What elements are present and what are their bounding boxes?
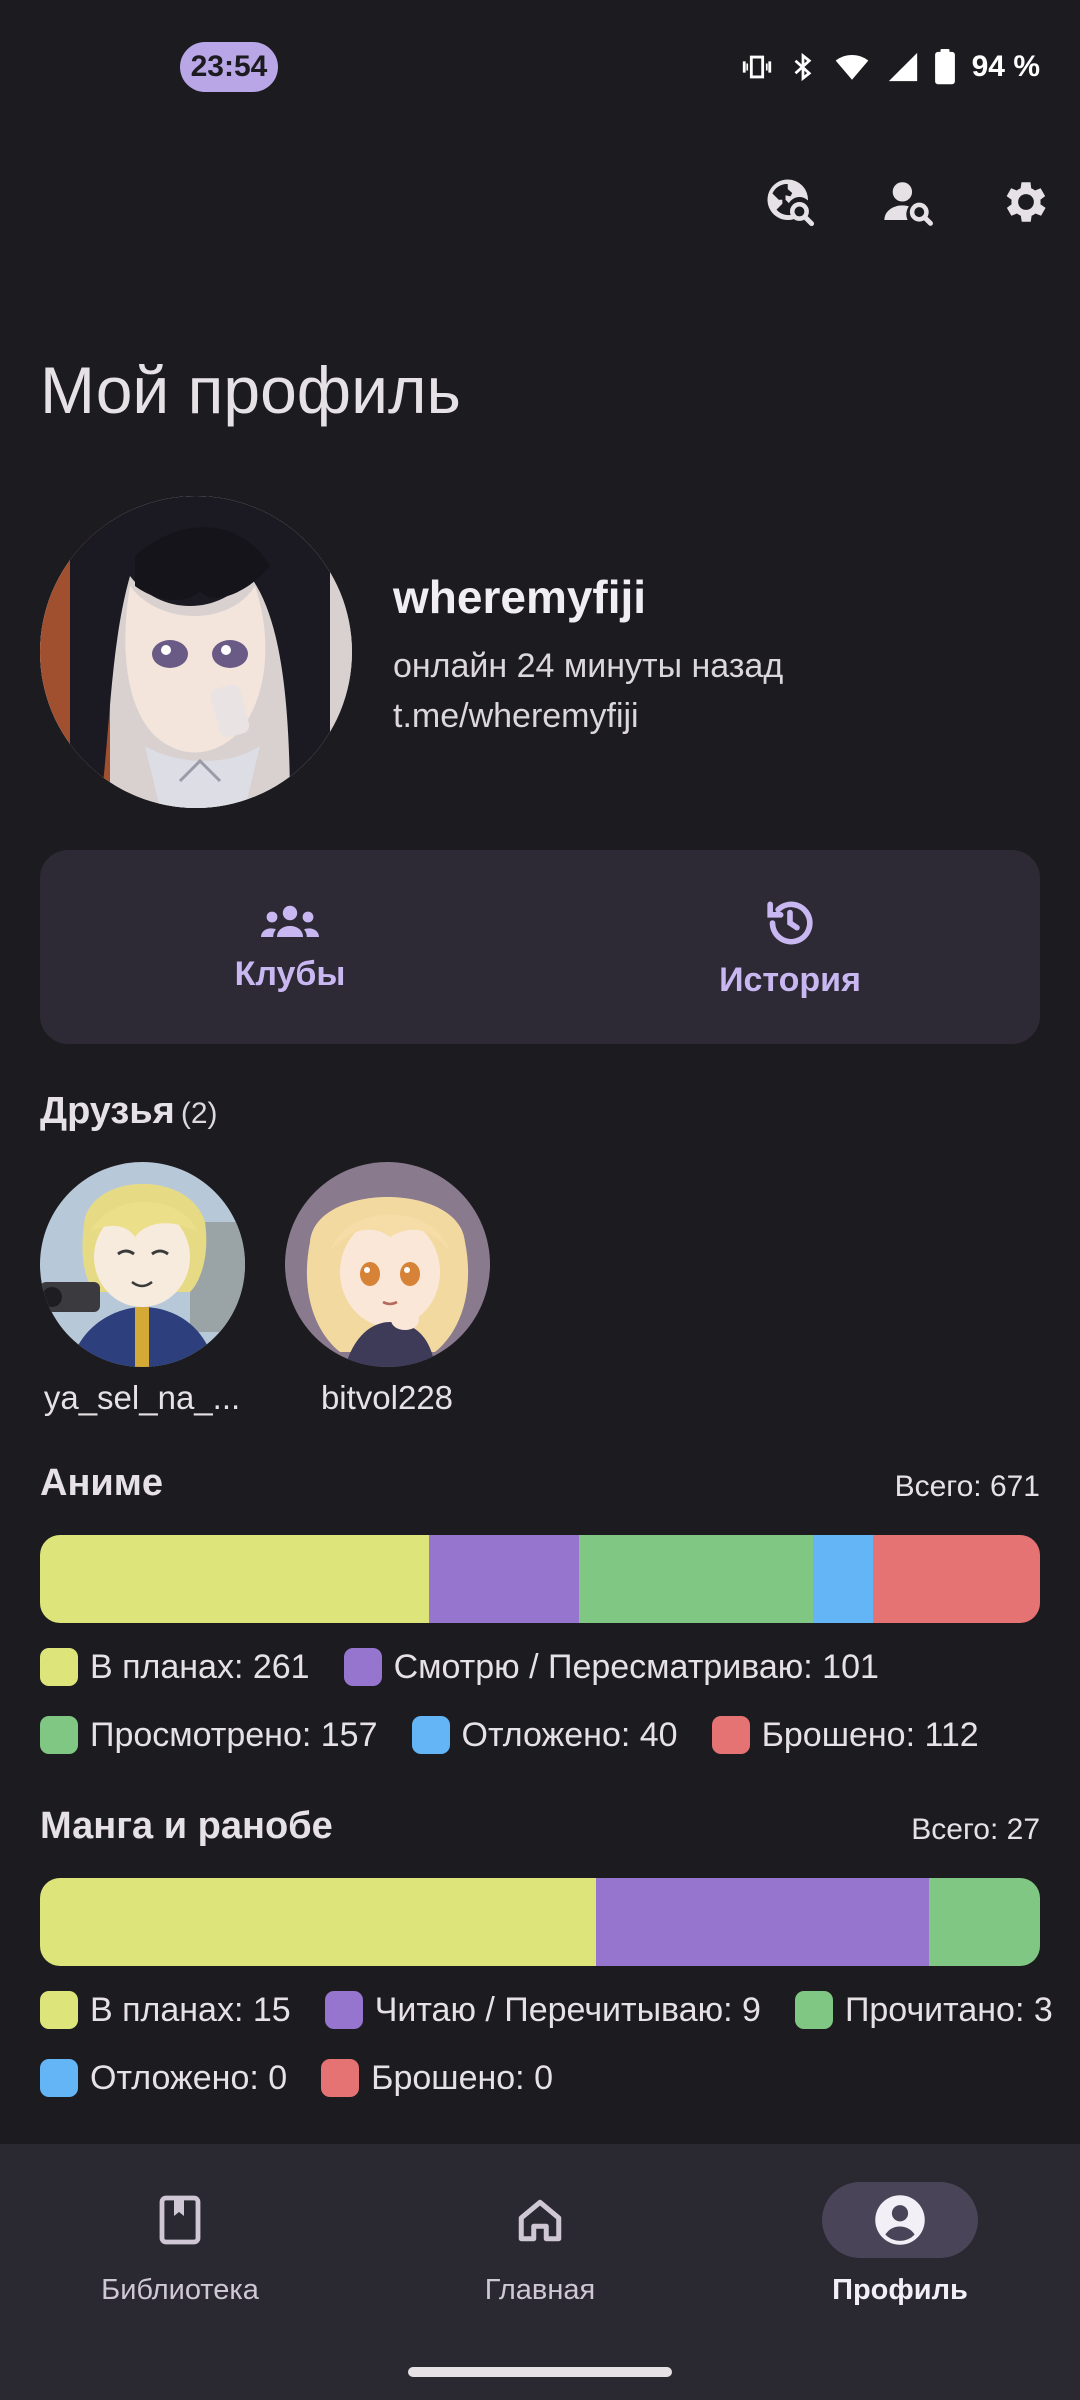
anime-legend: В планах: 261 Смотрю / Пересматриваю: 101… (40, 1633, 1060, 1769)
nav-profile-label: Профиль (832, 2274, 968, 2306)
history-label: История (719, 960, 861, 999)
manga-title: Манга и ранобе (40, 1805, 333, 1847)
settings-button[interactable] (994, 170, 1058, 234)
legend-item: В планах: 15 (40, 1976, 291, 2044)
legend-item: Прочитано: 3 (794, 1976, 1053, 2044)
history-icon (767, 901, 813, 944)
legend-swatch (40, 1648, 78, 1686)
nav-profile[interactable]: Профиль (720, 2182, 1080, 2307)
page-title: Мой профиль (40, 353, 461, 427)
status-bar: 23:54 94 % (0, 0, 1080, 130)
legend-swatch (40, 2059, 78, 2097)
legend-item: Смотрю / Пересматриваю: 101 (343, 1633, 879, 1701)
account-circle-icon (875, 2195, 925, 2245)
status-clock: 23:54 (180, 42, 278, 92)
manga-legend: В планах: 15 Читаю / Перечитываю: 9 Прочит… (40, 1976, 1060, 2112)
profile-link[interactable]: t.me/wheremyfiji (393, 697, 639, 736)
user-search-button[interactable] (876, 170, 940, 234)
legend-item: Читаю / Перечитываю: 9 (324, 1976, 761, 2044)
legend-swatch (711, 1716, 750, 1754)
anime-total: Всего: 671 (894, 1470, 1040, 1503)
friend-name: ya_sel_na_... (43, 1379, 241, 1416)
friend-item[interactable]: ya_sel_na_... (37, 1162, 247, 1417)
friends-title-text: Друзья (40, 1090, 175, 1132)
friend-avatar (284, 1162, 490, 1367)
legend-label: Просмотрено: 157 (90, 1715, 378, 1754)
wifi-icon (835, 54, 868, 80)
stat-bar-segment (813, 1535, 874, 1623)
clubs-label: Клубы (234, 954, 346, 993)
legend-label: Отложено: 0 (90, 2058, 288, 2097)
user-search-icon (884, 182, 933, 226)
friends-title: Друзья (2) (40, 1090, 218, 1133)
profile-username: wheremyfiji (393, 571, 647, 623)
bookmark-book-icon (159, 2195, 201, 2245)
stat-bar-segment (579, 1535, 814, 1623)
battery-percent: 94 % (971, 50, 1040, 83)
legend-label: Отложено: 40 (461, 1715, 678, 1754)
bottom-navigation: Библиотека Главная Профиль (0, 2144, 1080, 2400)
legend-label: Брошено: 0 (371, 2058, 553, 2097)
status-icons: 94 % (740, 44, 1040, 90)
bluetooth-icon (794, 52, 811, 82)
groups-icon (261, 905, 319, 937)
friends-count: (2) (180, 1097, 218, 1130)
nav-profile-icon-wrap (822, 2182, 978, 2258)
legend-swatch (40, 1716, 78, 1754)
nav-home[interactable]: Главная (360, 2182, 720, 2307)
legend-item: Отложено: 0 (40, 2044, 287, 2112)
home-icon (518, 2199, 562, 2242)
stat-bar-segment (595, 1878, 929, 1966)
nav-home-label: Главная (484, 2274, 596, 2306)
friend-avatar (39, 1162, 245, 1367)
anime-stat-bar (40, 1535, 1040, 1623)
legend-item: В планах: 261 (40, 1633, 310, 1701)
legend-label: Прочитано: 3 (844, 1990, 1053, 2029)
legend-swatch (321, 2059, 360, 2097)
legend-label: В планах: 15 (90, 1990, 291, 2029)
profile-screen: 23:54 94 % Мой профиль wheremyfiji онлай… (0, 0, 1080, 2400)
profile-last-seen: онлайн 24 минуты назад (393, 647, 784, 685)
gear-icon (1006, 182, 1046, 222)
friend-name: bitvol228 (320, 1379, 454, 1416)
manga-stat-bar (40, 1878, 1040, 1966)
stat-bar-segment (928, 1878, 1040, 1966)
legend-swatch (343, 1648, 382, 1686)
profile-actions-card: Клубы История (40, 850, 1040, 1044)
legend-label: В планах: 261 (90, 1647, 310, 1686)
search-globe-icon (767, 179, 815, 227)
home-indicator (408, 2367, 672, 2377)
legend-swatch (40, 1991, 78, 2029)
history-button[interactable]: История (540, 850, 1040, 1044)
vibrate-icon (742, 55, 771, 79)
legend-swatch (324, 1991, 363, 2029)
signal-icon (888, 52, 917, 82)
nav-library[interactable]: Библиотека (0, 2182, 360, 2307)
legend-item: Брошено: 112 (711, 1701, 979, 1769)
manga-total: Всего: 27 (911, 1813, 1040, 1846)
legend-label: Смотрю / Пересматриваю: 101 (393, 1647, 879, 1686)
friend-item[interactable]: bitvol228 (282, 1162, 492, 1417)
nav-library-icon-wrap (102, 2182, 258, 2258)
legend-item: Просмотрено: 157 (40, 1701, 378, 1769)
profile-avatar[interactable] (40, 496, 352, 808)
legend-label: Брошено: 112 (761, 1715, 979, 1754)
clubs-button[interactable]: Клубы (40, 850, 540, 1044)
legend-item: Отложено: 40 (411, 1701, 678, 1769)
stat-bar-segment (40, 1878, 596, 1966)
legend-item: Брошено: 0 (321, 2044, 553, 2112)
legend-swatch (411, 1716, 450, 1754)
battery-icon (934, 49, 955, 85)
legend-swatch (794, 1991, 833, 2029)
search-globe-button[interactable] (758, 170, 822, 234)
stat-bar-segment (428, 1535, 580, 1623)
stat-bar-segment (873, 1535, 1040, 1623)
anime-title: Аниме (40, 1462, 163, 1504)
nav-home-icon-wrap (462, 2182, 618, 2258)
nav-library-label: Библиотека (101, 2274, 259, 2306)
legend-label: Читаю / Перечитываю: 9 (374, 1990, 761, 2029)
stat-bar-segment (40, 1535, 429, 1623)
